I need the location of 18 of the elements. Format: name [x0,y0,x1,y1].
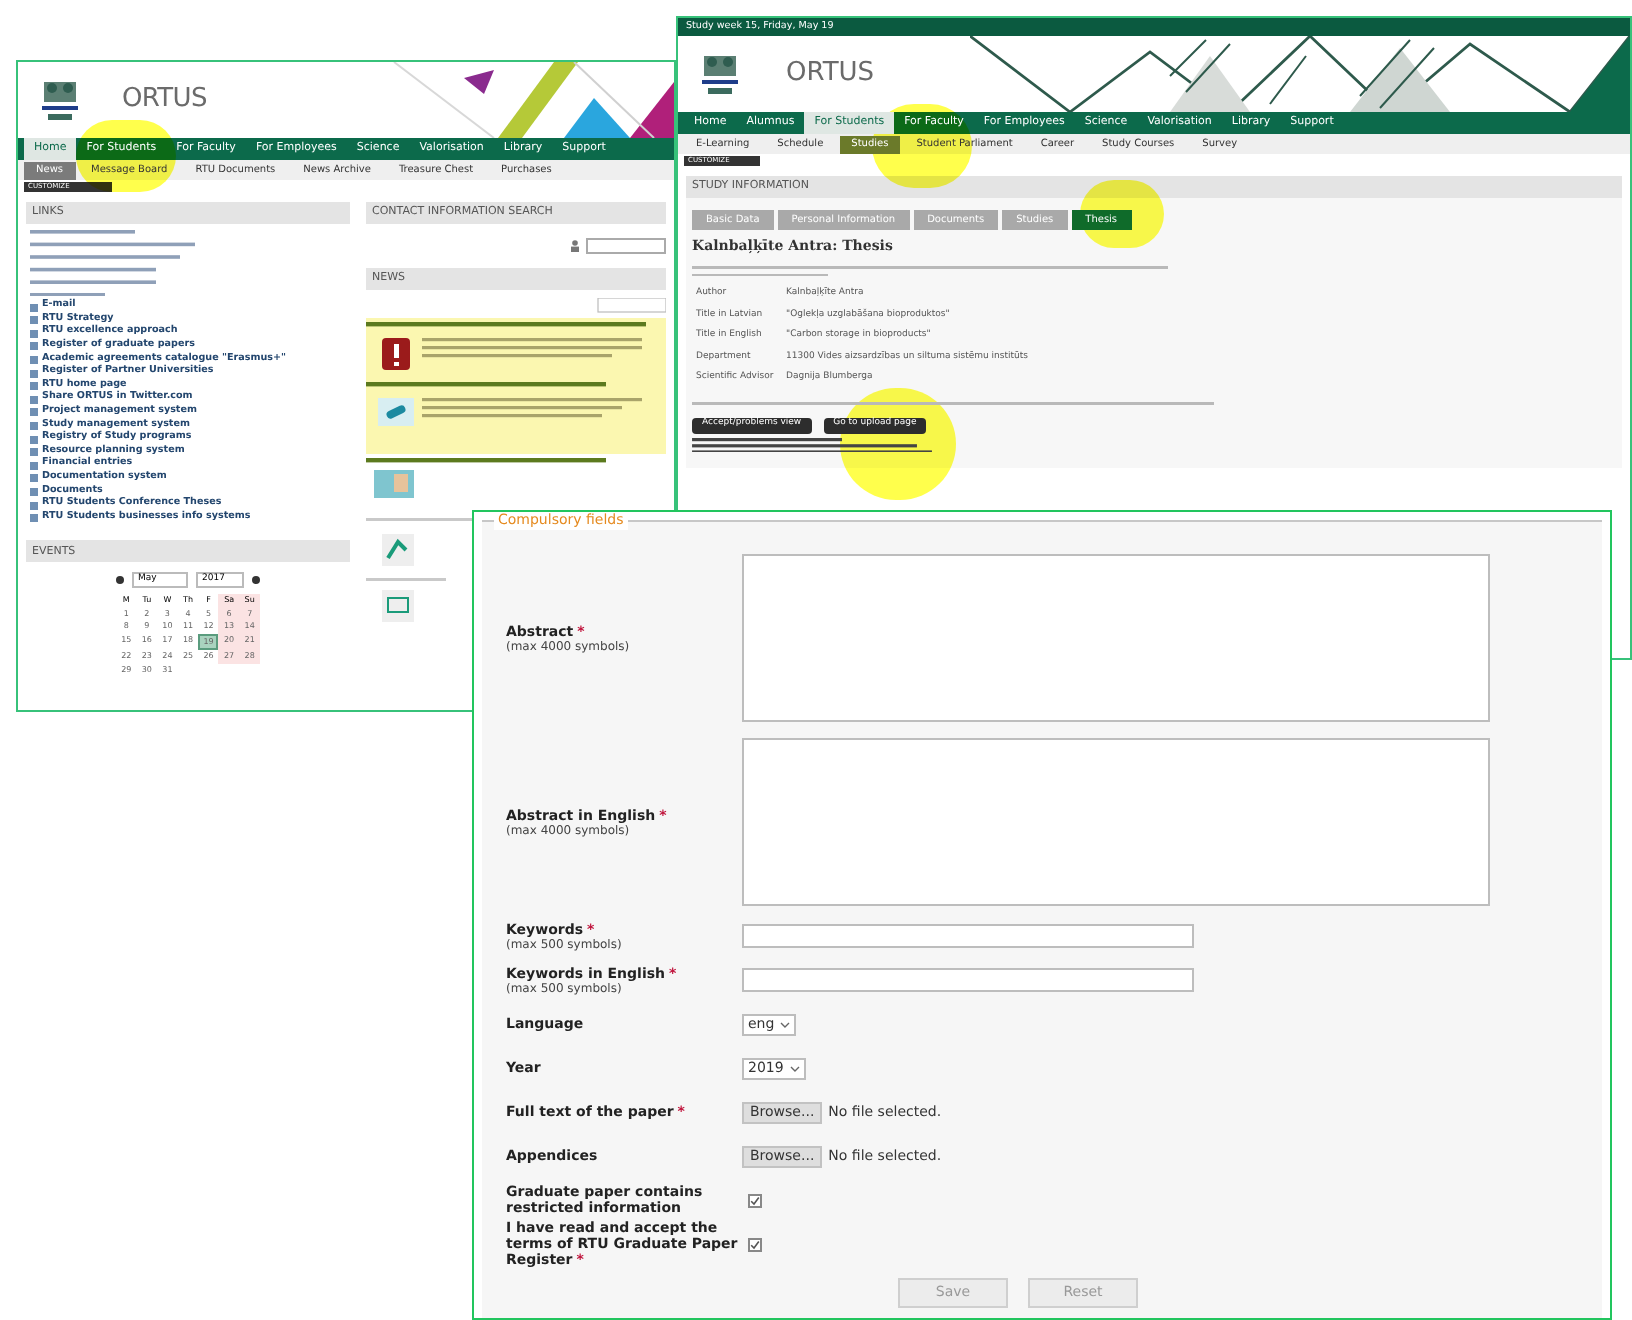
person-icon [570,240,580,252]
text-area[interactable] [742,738,1490,906]
check-icon [750,1195,760,1205]
brand-name: ORTUS [122,82,207,119]
brand-name: ORTUS [786,56,875,93]
next-month-icon[interactable] [252,576,260,585]
university-crest-icon [38,76,82,124]
university-crest-icon [698,50,742,98]
text-input[interactable] [742,924,1194,948]
checkbox[interactable] [748,1237,762,1251]
checkbox[interactable] [748,1193,762,1207]
chevron-down-icon [789,1065,800,1071]
chevron-down-icon [780,1021,791,1027]
check-icon [750,1239,760,1249]
text-input[interactable] [742,968,1194,992]
contact-search-field[interactable] [586,238,666,254]
previous-month-icon[interactable] [116,576,124,585]
text-area[interactable] [742,554,1490,722]
